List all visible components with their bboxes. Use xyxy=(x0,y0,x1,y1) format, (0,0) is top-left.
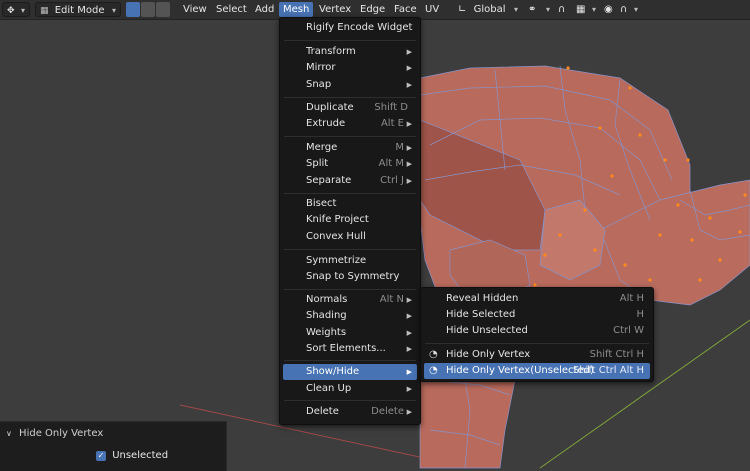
chevron-down-icon: ▾ xyxy=(20,6,25,15)
submenu-arrow-icon: ▶ xyxy=(406,144,412,152)
submenu-arrow-icon: ▶ xyxy=(406,81,412,89)
menu-separator xyxy=(284,400,416,401)
pivot-icon: ⚭ xyxy=(528,4,537,15)
proportional-edit-toggle[interactable]: ◉ xyxy=(604,2,618,17)
submenu-arrow-icon: ▶ xyxy=(406,296,412,304)
menu-item-merge[interactable]: Merge M ▶ xyxy=(283,140,417,156)
mode-label: Edit Mode xyxy=(54,5,105,16)
menu-item-reveal-hidden[interactable]: Reveal Hidden Alt H xyxy=(424,291,650,307)
menu-separator xyxy=(425,343,649,344)
chevron-down-icon: ▾ xyxy=(591,5,596,14)
submenu-arrow-icon: ▶ xyxy=(406,48,412,56)
unselected-checkbox[interactable]: ✓ xyxy=(96,451,106,461)
orientation-label: Global xyxy=(473,4,506,15)
grid-snap-icon: ▦ xyxy=(576,4,586,15)
menu-item-hide-only-vertex[interactable]: ◔ Hide Only Vertex Shift Ctrl H xyxy=(424,347,650,363)
menu-separator xyxy=(284,360,416,361)
operator-panel-header[interactable]: ∨ Hide Only Vertex xyxy=(6,427,103,441)
show-hide-submenu: Reveal Hidden Alt H Hide Selected H Hide… xyxy=(420,287,654,382)
proportional-falloff-dropdown[interactable]: ∩ ▾ xyxy=(620,2,642,17)
edge-select-mode-button[interactable] xyxy=(141,2,155,17)
face-select-mode-button[interactable] xyxy=(156,2,170,17)
menu-item-weights[interactable]: Weights ▶ xyxy=(283,325,417,341)
menu-item-sort-elements[interactable]: Sort Elements... ▶ xyxy=(283,341,417,357)
submenu-arrow-icon: ▶ xyxy=(406,385,412,393)
menu-item-convex-hull[interactable]: Convex Hull xyxy=(283,229,417,245)
chevron-down-icon: ▾ xyxy=(513,5,518,14)
menu-item-symmetrize[interactable]: Symmetrize xyxy=(283,253,417,269)
menu-item-transform[interactable]: Transform ▶ xyxy=(283,44,417,60)
pivot-point-dropdown[interactable]: ⚭ ▾ xyxy=(528,2,554,17)
menu-separator xyxy=(284,249,416,250)
magnet-icon: ∩ xyxy=(558,4,566,15)
menu-item-shading[interactable]: Shading ▶ xyxy=(283,308,417,324)
submenu-arrow-icon: ▶ xyxy=(406,345,412,353)
editor-type-icon: ✥ xyxy=(7,6,15,16)
submenu-arrow-icon: ▶ xyxy=(406,160,412,168)
menu-vertex[interactable]: Vertex xyxy=(315,2,355,17)
mode-dropdown[interactable]: ▦ Edit Mode ▾ xyxy=(35,2,121,17)
menu-view[interactable]: View xyxy=(179,2,211,17)
submenu-arrow-icon: ▶ xyxy=(406,329,412,337)
eye-icon: ◔ xyxy=(429,365,438,376)
menu-add[interactable]: Add xyxy=(251,2,278,17)
menu-face[interactable]: Face xyxy=(390,2,421,17)
edit-mode-icon: ▦ xyxy=(40,6,49,16)
menu-item-rigify-encode-widget[interactable]: Rigify Encode Widget xyxy=(283,20,417,36)
menu-uv[interactable]: UV xyxy=(421,2,443,17)
editor-type-dropdown[interactable]: ✥ ▾ xyxy=(2,2,30,17)
snap-toggle[interactable]: ∩ xyxy=(558,2,574,17)
submenu-arrow-icon: ▶ xyxy=(406,64,412,72)
submenu-arrow-icon: ▶ xyxy=(406,368,412,376)
submenu-arrow-icon: ▶ xyxy=(406,120,412,128)
menu-item-snap[interactable]: Snap ▶ xyxy=(283,77,417,93)
falloff-curve-icon: ∩ xyxy=(620,4,628,15)
menu-item-split[interactable]: Split Alt M ▶ xyxy=(283,156,417,172)
menu-separator xyxy=(284,136,416,137)
chevron-down-icon: ▾ xyxy=(111,6,116,15)
menu-edge[interactable]: Edge xyxy=(356,2,389,17)
submenu-arrow-icon: ▶ xyxy=(406,408,412,416)
proportional-edit-icon: ◉ xyxy=(604,4,613,15)
menu-item-extrude[interactable]: Extrude Alt E ▶ xyxy=(283,116,417,132)
menu-item-hide-only-vertex-unselected[interactable]: ◔ Hide Only Vertex(Unselected) Shift Ctr… xyxy=(424,363,650,379)
chevron-down-icon: ▾ xyxy=(633,5,638,14)
submenu-arrow-icon: ▶ xyxy=(406,177,412,185)
menu-item-bisect[interactable]: Bisect xyxy=(283,196,417,212)
menu-item-duplicate[interactable]: Duplicate Shift D xyxy=(283,100,417,116)
chevron-down-icon: ∨ xyxy=(6,429,12,438)
menu-select[interactable]: Select xyxy=(212,2,251,17)
operator-panel-title: Hide Only Vertex xyxy=(19,428,104,439)
orientation-dropdown[interactable]: ∟ Global ▾ xyxy=(458,2,522,17)
menu-item-normals[interactable]: Normals Alt N ▶ xyxy=(283,292,417,308)
menu-item-show-hide[interactable]: Show/Hide ▶ xyxy=(283,364,417,380)
menu-item-clean-up[interactable]: Clean Up ▶ xyxy=(283,381,417,397)
unselected-checkbox-label: Unselected xyxy=(112,450,169,461)
menu-separator xyxy=(284,289,416,290)
menu-item-hide-unselected[interactable]: Hide Unselected Ctrl W xyxy=(424,323,650,339)
menu-item-mirror[interactable]: Mirror ▶ xyxy=(283,60,417,76)
menu-separator xyxy=(284,97,416,98)
menu-separator xyxy=(284,40,416,41)
menu-item-hide-selected[interactable]: Hide Selected H xyxy=(424,307,650,323)
snap-target-dropdown[interactable]: ▦ ▾ xyxy=(576,2,600,17)
eye-icon: ◔ xyxy=(429,349,438,360)
chevron-down-icon: ▾ xyxy=(545,5,550,14)
menu-item-delete[interactable]: Delete Delete ▶ xyxy=(283,404,417,420)
vertex-select-mode-button[interactable] xyxy=(126,2,140,17)
adjust-last-operation-panel: ∨ Hide Only Vertex ✓ Unselected xyxy=(0,421,227,471)
menu-item-knife-project[interactable]: Knife Project xyxy=(283,212,417,228)
orientation-icon: ∟ xyxy=(458,4,467,15)
menu-mesh[interactable]: Mesh xyxy=(279,2,314,17)
menu-item-separate[interactable]: Separate Ctrl J ▶ xyxy=(283,173,417,189)
submenu-arrow-icon: ▶ xyxy=(406,312,412,320)
menu-item-snap-to-symmetry[interactable]: Snap to Symmetry xyxy=(283,269,417,285)
mesh-menu: Rigify Encode Widget Transform ▶ Mirror … xyxy=(279,17,421,425)
unselected-checkbox-row[interactable]: ✓ Unselected xyxy=(96,449,168,463)
menu-separator xyxy=(284,193,416,194)
